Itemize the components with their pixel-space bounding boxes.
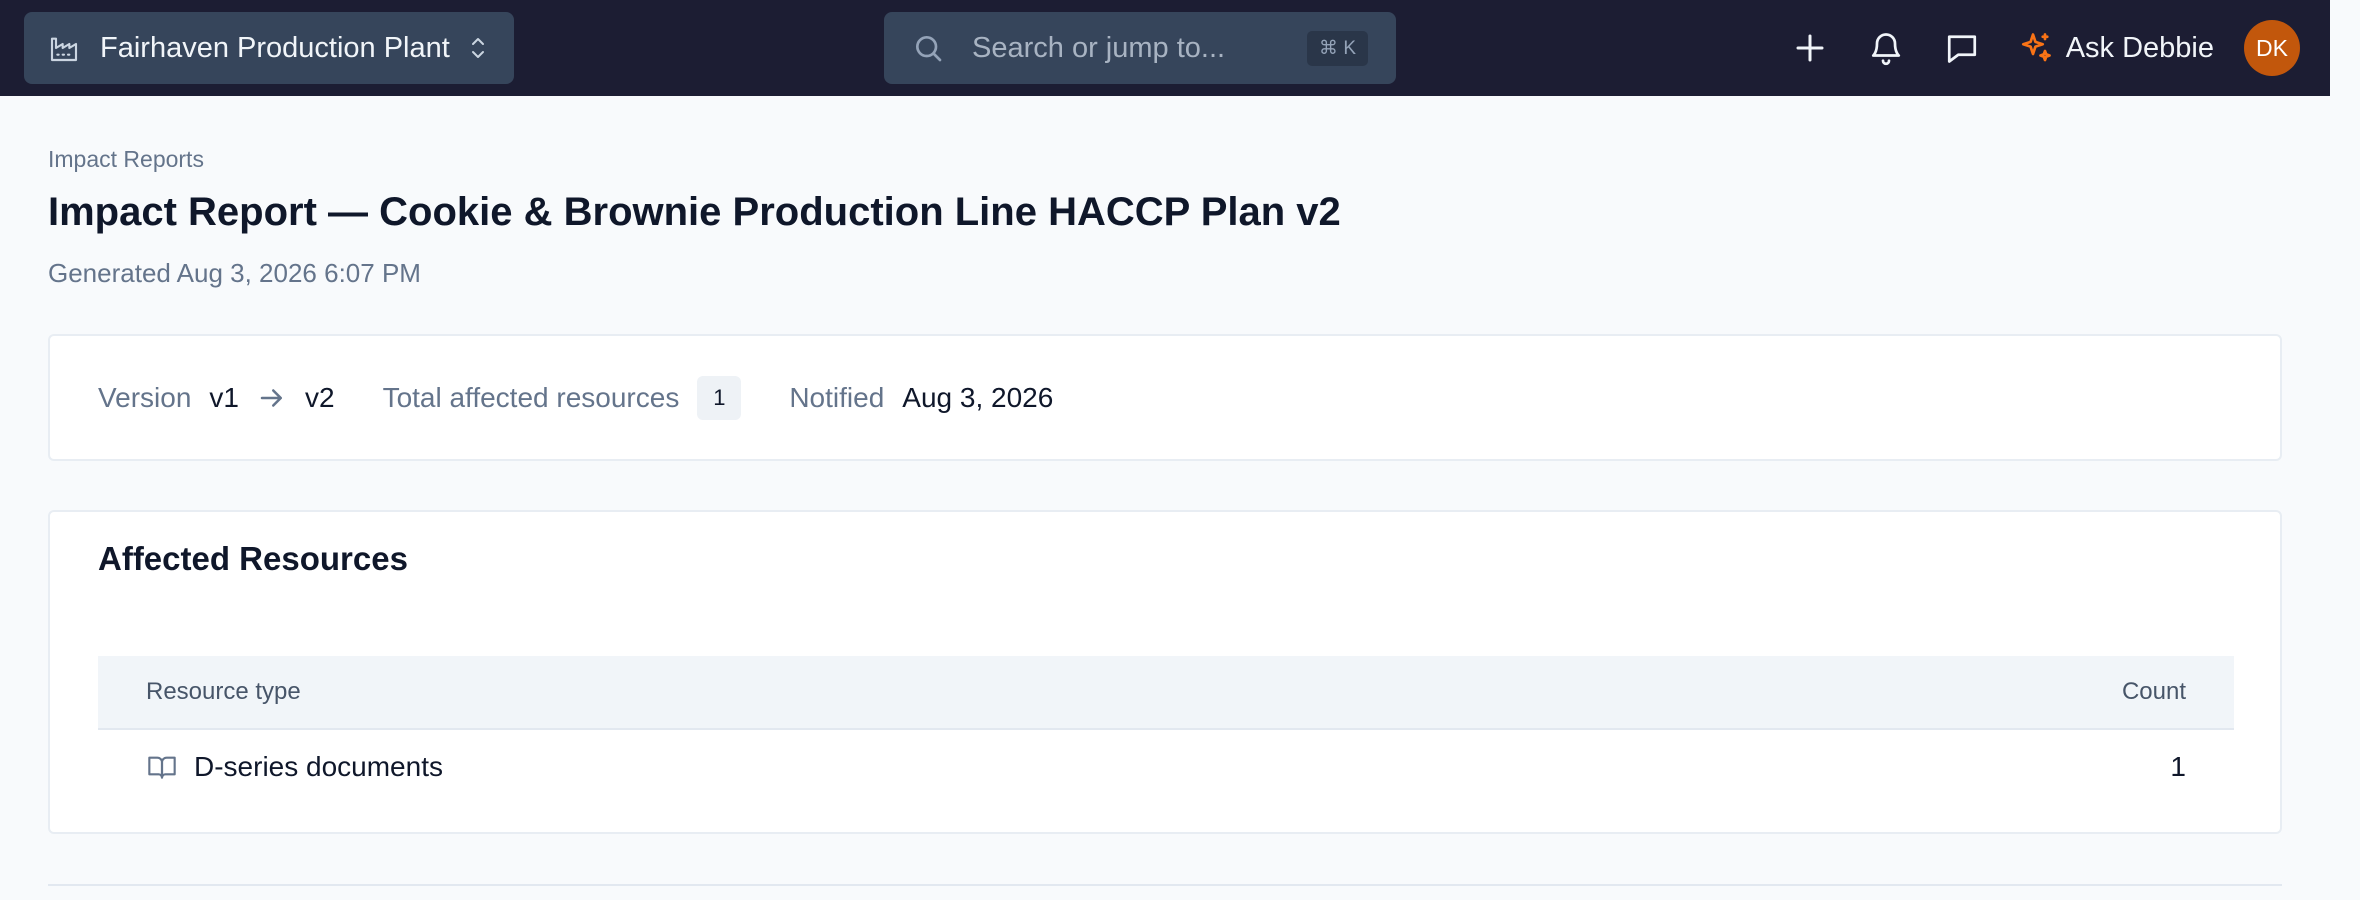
total-affected-count: 1 — [697, 375, 742, 420]
top-navigation-bar: Fairhaven Production Plant Search or jum… — [0, 0, 2330, 96]
create-button[interactable] — [1782, 20, 1838, 76]
message-icon — [1947, 35, 1976, 63]
search-shortcut-hint: ⌘ K — [1307, 30, 1368, 66]
notifications-button[interactable] — [1858, 20, 1914, 76]
breadcrumb[interactable]: Impact Reports — [48, 146, 204, 173]
total-affected-label: Total affected resources — [382, 381, 680, 413]
summary-card: Version v1 v2 Total affected resources 1… — [48, 334, 2282, 461]
affected-resources-table: Resource type Count D-series documents 1 — [98, 656, 2234, 804]
plant-name: Fairhaven Production Plant — [100, 31, 450, 64]
affected-resources-card: Affected Resources Resource type Count D… — [48, 510, 2282, 834]
section-divider — [48, 884, 2282, 886]
top-actions: Ask Debbie DK — [1762, 0, 2300, 96]
ask-debbie-button[interactable]: Ask Debbie — [2018, 30, 2214, 66]
plant-switcher[interactable]: Fairhaven Production Plant — [24, 12, 514, 84]
affected-resources-title: Affected Resources — [98, 540, 408, 577]
generated-timestamp: Generated Aug 3, 2026 6:07 PM — [48, 258, 421, 288]
version-from: v1 — [209, 381, 239, 413]
table-row[interactable]: D-series documents 1 — [98, 730, 2234, 804]
chevrons-up-down-icon — [472, 38, 484, 58]
resource-type-label: D-series documents — [194, 751, 443, 782]
ask-debbie-label: Ask Debbie — [2065, 31, 2214, 64]
resource-type-cell: D-series documents — [146, 751, 2170, 783]
plus-icon — [1796, 34, 1824, 62]
resource-count: 1 — [2170, 751, 2186, 782]
user-avatar[interactable]: DK — [2244, 20, 2300, 76]
search-icon — [916, 36, 942, 62]
search-input[interactable]: Search or jump to... ⌘ K — [884, 12, 1396, 84]
messages-button[interactable] — [1934, 20, 1990, 76]
column-header-count[interactable]: Count — [2122, 678, 2186, 706]
arrow-right-icon — [260, 388, 282, 407]
search-placeholder: Search or jump to... — [972, 31, 1226, 64]
version-to: v2 — [304, 381, 335, 413]
version-label: Version — [98, 381, 192, 413]
book-open-icon — [148, 756, 176, 779]
notified-date: Aug 3, 2026 — [902, 381, 1054, 413]
sparkles-icon — [2021, 33, 2051, 62]
column-header-resource-type[interactable]: Resource type — [146, 678, 2122, 706]
table-header: Resource type Count — [98, 656, 2234, 730]
page-title: Impact Report — Cookie & Brownie Product… — [48, 190, 1341, 234]
notified-label: Notified — [789, 381, 885, 413]
bell-icon — [1871, 33, 1900, 66]
factory-icon — [50, 37, 78, 62]
